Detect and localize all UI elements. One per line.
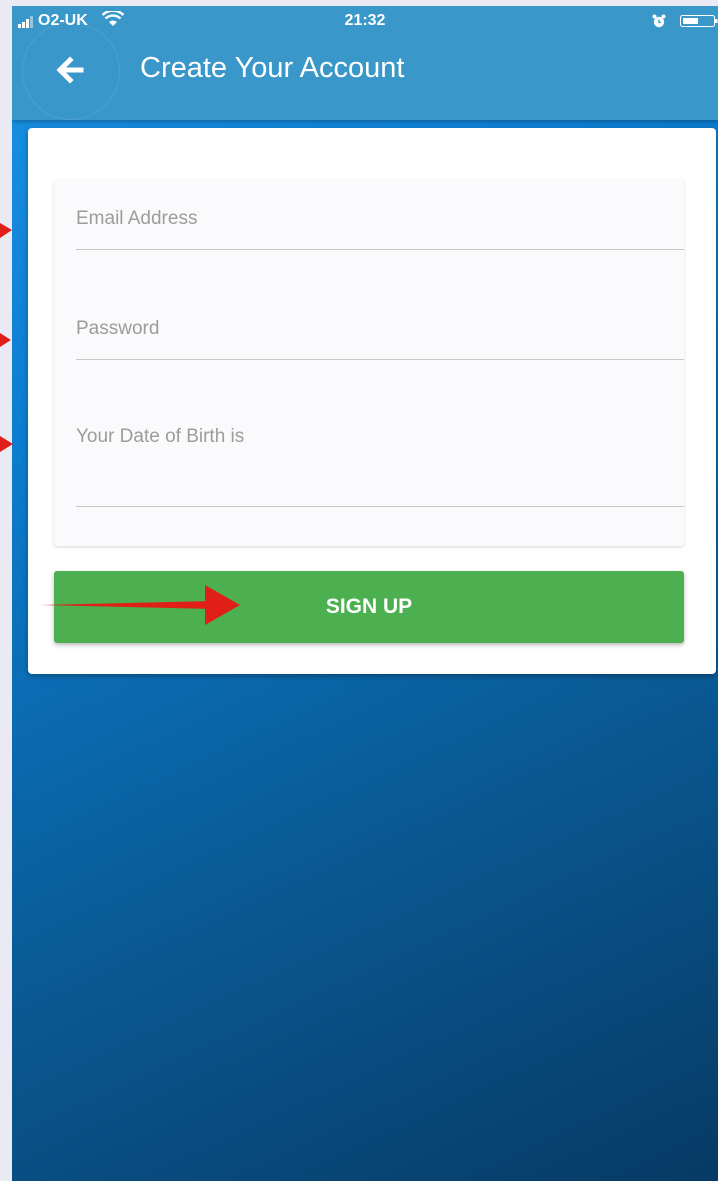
- annotation-arrow-password: [0, 333, 11, 347]
- back-button[interactable]: [48, 48, 92, 92]
- email-field[interactable]: Email Address: [76, 180, 684, 250]
- arrow-left-icon: [56, 56, 84, 84]
- annotation-arrow-email: [0, 223, 12, 238]
- phone-screen: O2-UK 21:32 Create Your Account Email Ad…: [12, 6, 718, 1181]
- sign-up-label: SIGN UP: [325, 595, 413, 618]
- alarm-icon: [652, 14, 666, 28]
- form-fields-card: Email Address Password Your Date of Birt…: [54, 180, 684, 546]
- status-bar: O2-UK 21:32: [12, 6, 718, 36]
- email-placeholder: Email Address: [76, 208, 198, 229]
- password-placeholder: Password: [76, 318, 160, 339]
- sign-up-button[interactable]: SIGN UP: [54, 571, 684, 643]
- app-bar: O2-UK 21:32 Create Your Account: [12, 6, 718, 120]
- signup-card: Email Address Password Your Date of Birt…: [28, 128, 716, 674]
- status-time: 21:32: [344, 12, 386, 29]
- battery-icon: [680, 15, 718, 27]
- page-title: Create Your Account: [140, 52, 405, 84]
- date-of-birth-field[interactable]: Your Date of Birth is: [76, 400, 684, 507]
- date-of-birth-placeholder: Your Date of Birth is: [76, 426, 245, 447]
- password-field[interactable]: Password: [76, 290, 684, 360]
